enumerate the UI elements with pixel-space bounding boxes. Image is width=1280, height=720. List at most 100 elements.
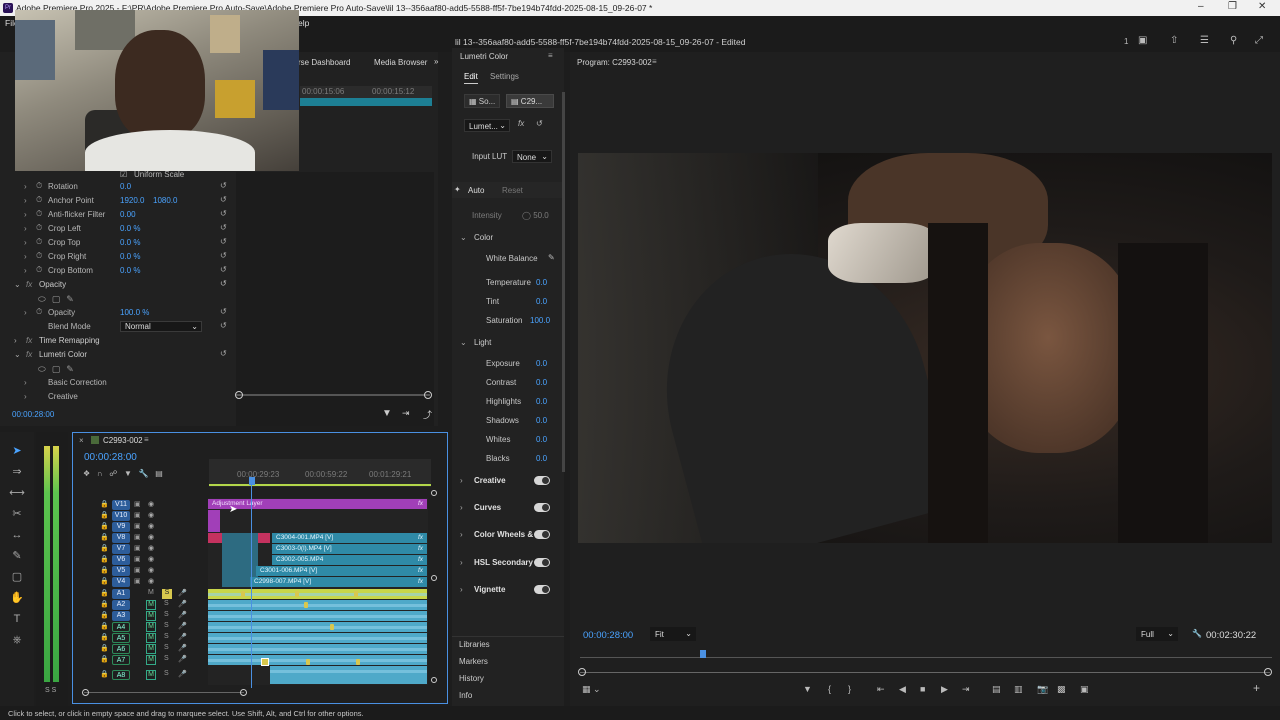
saturation-value[interactable]: 100.0 (530, 316, 550, 325)
zoom-scrollbar[interactable] (236, 394, 430, 396)
timeline-ruler[interactable]: 00:00:29:23 00:00:59:22 00:01:29:21 (209, 459, 431, 487)
reset-icon[interactable]: ↺ (220, 321, 227, 330)
camera-icon[interactable]: 📷 (1037, 684, 1048, 695)
microphone-icon[interactable]: 🎤 (178, 633, 187, 641)
panel-icon[interactable]: ▣ (1138, 35, 1147, 46)
rotation-value[interactable]: 0.0 (120, 182, 131, 191)
zoom-fit-select[interactable]: Fit ⌄ (650, 627, 696, 641)
reset-icon[interactable]: ↺ (220, 279, 227, 288)
linked-selection-icon[interactable]: ☍ (109, 469, 117, 478)
vignette-section[interactable]: › Vignette (452, 582, 564, 598)
microphone-icon[interactable]: 🎤 (178, 670, 187, 678)
crop-left-value[interactable]: 0.0 % (120, 224, 140, 233)
mute-button[interactable]: M (146, 611, 156, 621)
rectangle-mask-icon[interactable]: ▢ (52, 364, 61, 375)
minimize-icon[interactable]: – (1198, 1, 1204, 12)
tab-dashboard[interactable]: rse Dashboard (298, 58, 350, 67)
lock-icon[interactable]: 🔒 (100, 577, 109, 585)
stopwatch-icon[interactable]: ⏱ (36, 181, 42, 191)
type-tool-icon[interactable]: T (8, 610, 26, 628)
playhead[interactable] (700, 650, 706, 658)
opacity-value[interactable]: 100.0 % (120, 308, 149, 317)
ripple-edit-tool-icon[interactable]: ⟷ (8, 484, 26, 502)
microphone-icon[interactable]: 🎤 (178, 611, 187, 619)
mute-button[interactable]: M (148, 589, 154, 596)
timeline-playhead[interactable] (249, 477, 255, 485)
reset-icon[interactable]: ↺ (220, 195, 227, 204)
solo-button[interactable]: S (164, 633, 169, 640)
lock-icon[interactable]: 🔒 (100, 544, 109, 552)
eye-icon[interactable]: ◉ (148, 511, 154, 519)
settings-dropdown-icon[interactable]: ▦ ⌄ (582, 684, 601, 695)
source-clip-button[interactable]: ▦ So... (464, 94, 500, 108)
program-time-ruler[interactable] (580, 646, 1272, 658)
contrast-value[interactable]: 0.0 (536, 378, 547, 387)
captions-icon[interactable]: ▤ (155, 469, 163, 478)
lock-icon[interactable]: 🔒 (100, 500, 109, 508)
lumetri-effect-select[interactable]: Lumet... ⌄ (464, 119, 510, 132)
sync-lock-icon[interactable]: ▣ (134, 555, 141, 563)
microphone-icon[interactable]: 🎤 (178, 622, 187, 630)
lumetri-panel-title[interactable]: Lumetri Color (460, 52, 508, 61)
microphone-icon[interactable]: 🎤 (178, 655, 187, 663)
meter-solo-labels[interactable]: S S (45, 687, 56, 694)
creative-toggle[interactable] (534, 476, 550, 485)
rectangle-tool-icon[interactable]: ▢ (8, 568, 26, 586)
highlights-value[interactable]: 0.0 (536, 397, 547, 406)
timeline-timecode[interactable]: 00:00:28:00 (84, 452, 137, 463)
history-panel-tab[interactable]: History (459, 674, 484, 683)
auto-button[interactable]: Auto (468, 186, 484, 195)
info-panel-tab[interactable]: Info (459, 691, 472, 700)
effect-controls-timecode[interactable]: 00:00:28:00 (12, 410, 54, 419)
adjustment-layer-clip[interactable]: Adjustment Layer fx (208, 499, 427, 509)
sync-lock-icon[interactable]: ▣ (134, 544, 141, 552)
selection-tool-icon[interactable]: ➤ (8, 442, 26, 460)
eye-icon[interactable]: ◉ (148, 577, 154, 585)
reset-icon[interactable]: ↺ (220, 181, 227, 190)
curves-section[interactable]: › Curves (452, 500, 564, 516)
caption-tool-icon[interactable]: ⎈ (8, 631, 26, 649)
zoom-handle-right[interactable] (1264, 668, 1272, 676)
lock-icon[interactable]: 🔒 (100, 633, 109, 641)
reset-icon[interactable]: ↺ (220, 209, 227, 218)
program-timecode[interactable]: 00:00:28:00 (583, 630, 633, 641)
stopwatch-icon[interactable]: ⏱ (36, 265, 42, 275)
wrench-icon[interactable]: 🔧 (1192, 629, 1202, 638)
whites-value[interactable]: 0.0 (536, 435, 547, 444)
tab-settings[interactable]: Settings (490, 72, 519, 81)
lock-icon[interactable]: 🔒 (100, 600, 109, 608)
filter-icon[interactable]: ▼ (382, 408, 392, 419)
vertical-zoom-handle[interactable] (431, 677, 437, 683)
sync-lock-icon[interactable]: ▣ (134, 522, 141, 530)
crop-right-value[interactable]: 0.0 % (120, 252, 140, 261)
play-only-audio-icon[interactable]: ⇥ (402, 408, 410, 419)
crop-top-value[interactable]: 0.0 % (120, 238, 140, 247)
solo-button[interactable]: S (164, 644, 169, 651)
creative-section[interactable]: › Creative (452, 473, 564, 489)
panel-menu-icon[interactable]: ≡ (144, 435, 149, 444)
step-back-icon[interactable]: ◀ (899, 684, 906, 695)
sync-lock-icon[interactable]: ▣ (134, 577, 141, 585)
stopwatch-icon[interactable]: ⏱ (36, 209, 42, 219)
go-to-in-icon[interactable]: ⇤ (877, 684, 885, 695)
reset-icon[interactable]: ↺ (220, 251, 227, 260)
lock-icon[interactable]: 🔒 (100, 611, 109, 619)
lock-icon[interactable]: 🔒 (100, 655, 109, 663)
eye-icon[interactable]: ◉ (148, 544, 154, 552)
video-frame[interactable] (578, 153, 1272, 543)
share-icon[interactable]: ⇧ (1170, 35, 1178, 46)
panel-menu-icon[interactable]: ≡ (548, 51, 553, 60)
sync-lock-icon[interactable]: ▣ (134, 500, 141, 508)
libraries-panel-tab[interactable]: Libraries (459, 640, 490, 649)
eyedropper-icon[interactable]: ✎ (548, 253, 555, 262)
audio-clip-a8[interactable] (270, 666, 427, 684)
stopwatch-icon[interactable]: ⏱ (36, 251, 42, 261)
menu-help[interactable]: elp (298, 18, 309, 28)
track-select-tool-icon[interactable]: ⇒ (8, 463, 26, 481)
lift-icon[interactable]: ▤ (992, 684, 1001, 695)
opacity-section[interactable]: ⌄ fx Opacity ↺ (0, 278, 236, 292)
solo-button[interactable]: S (164, 600, 169, 607)
ellipse-mask-icon[interactable]: ⬭ (38, 364, 46, 375)
close-tab-icon[interactable]: × (79, 436, 84, 445)
stop-icon[interactable]: ■ (920, 684, 925, 694)
